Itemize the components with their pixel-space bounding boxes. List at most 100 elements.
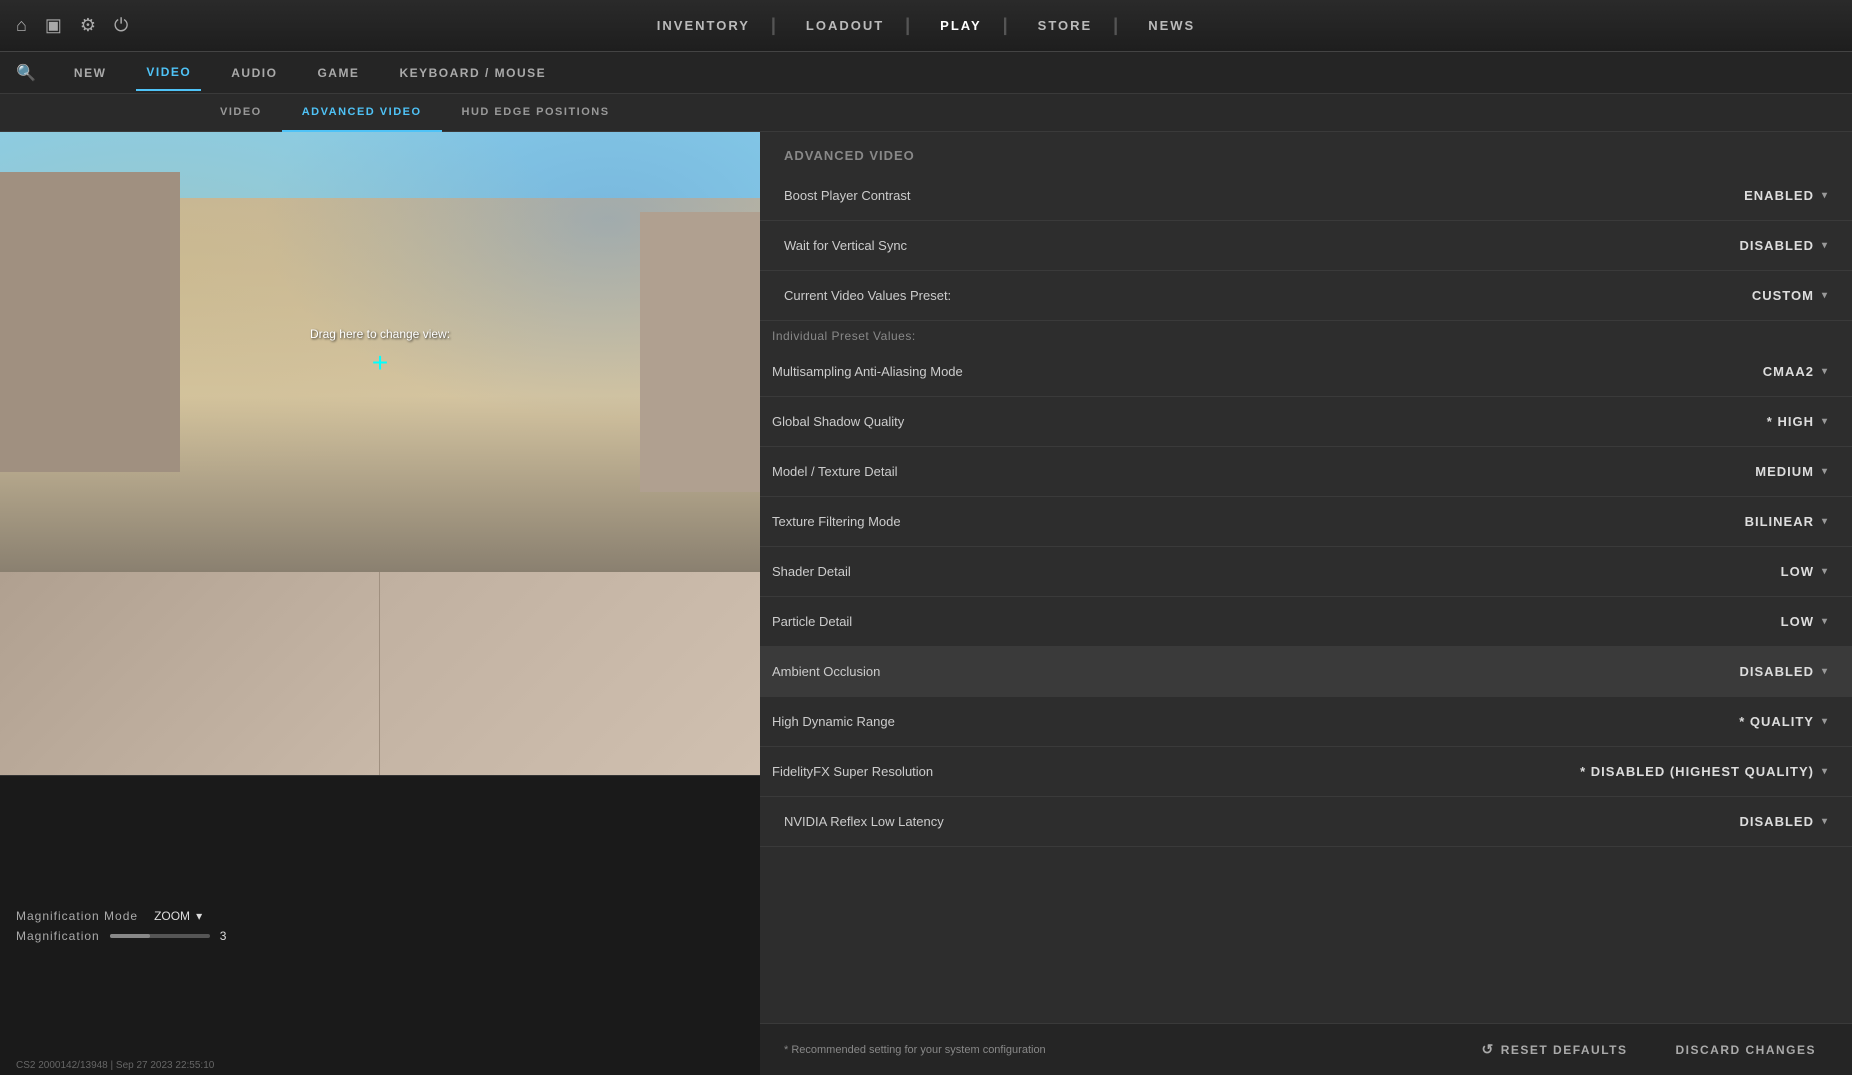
particle-detail-label: Particle Detail bbox=[772, 614, 852, 629]
sub-tabs: VIDEO ADVANCED VIDEO HUD EDGE POSITIONS bbox=[0, 94, 1852, 132]
magnification-label2: Magnification bbox=[16, 929, 100, 943]
ambient-occlusion-chevron: ▾ bbox=[1822, 666, 1828, 677]
subtab-video[interactable]: VIDEO bbox=[200, 94, 282, 132]
settings-icon[interactable]: ⚙ bbox=[80, 15, 96, 36]
texture-detail-value[interactable]: MEDIUM ▾ bbox=[1755, 464, 1828, 479]
individual-preset-label: Individual Preset Values: bbox=[760, 321, 1852, 347]
particle-detail-chevron: ▾ bbox=[1822, 616, 1828, 627]
vertical-sync-label: Wait for Vertical Sync bbox=[784, 238, 907, 253]
video-preset-chevron: ▾ bbox=[1822, 290, 1828, 301]
zoom-value: ZOOM bbox=[154, 909, 190, 923]
shader-detail-value[interactable]: LOW ▾ bbox=[1781, 564, 1828, 579]
texture-detail-text: MEDIUM bbox=[1755, 464, 1814, 479]
ambient-occlusion-value[interactable]: DISABLED ▾ bbox=[1740, 664, 1828, 679]
video-preset-value[interactable]: CUSTOM ▾ bbox=[1752, 288, 1828, 303]
shadow-quality-label: Global Shadow Quality bbox=[772, 414, 904, 429]
hdr-value[interactable]: * QUALITY ▾ bbox=[1739, 714, 1828, 729]
shadow-quality-value[interactable]: * HIGH ▾ bbox=[1767, 414, 1828, 429]
hdr-label: High Dynamic Range bbox=[772, 714, 895, 729]
zoom-select[interactable]: ZOOM ▾ bbox=[154, 909, 202, 923]
texture-filtering-chevron: ▾ bbox=[1822, 516, 1828, 527]
tv-icon[interactable]: ▣ bbox=[45, 15, 62, 36]
vertical-sync-value[interactable]: DISABLED ▾ bbox=[1740, 238, 1828, 253]
shader-detail-row[interactable]: Shader Detail LOW ▾ bbox=[760, 547, 1852, 597]
antialiasing-row[interactable]: Multisampling Anti-Aliasing Mode CMAA2 ▾ bbox=[760, 347, 1852, 397]
discard-changes-label: DISCARD CHANGES bbox=[1675, 1043, 1816, 1057]
shader-detail-label: Shader Detail bbox=[772, 564, 851, 579]
texture-filtering-value[interactable]: BILINEAR ▾ bbox=[1745, 514, 1828, 529]
video-preset-row[interactable]: Current Video Values Preset: CUSTOM ▾ bbox=[760, 271, 1852, 321]
nvidia-reflex-value[interactable]: DISABLED ▾ bbox=[1740, 814, 1828, 829]
settings-tab-new[interactable]: NEW bbox=[64, 55, 117, 91]
antialiasing-value[interactable]: CMAA2 ▾ bbox=[1763, 364, 1828, 379]
home-icon[interactable]: ⌂ bbox=[16, 15, 27, 36]
bottom-left-scene bbox=[0, 572, 380, 775]
antialiasing-chevron: ▾ bbox=[1822, 366, 1828, 377]
nvidia-reflex-row[interactable]: NVIDIA Reflex Low Latency DISABLED ▾ bbox=[760, 797, 1852, 847]
nav-news[interactable]: NEWS bbox=[1120, 0, 1223, 52]
video-preset-text: CUSTOM bbox=[1752, 288, 1814, 303]
shadow-quality-text: * HIGH bbox=[1767, 414, 1814, 429]
settings-tab-game[interactable]: GAME bbox=[307, 55, 369, 91]
fidelityfx-chevron: ▾ bbox=[1822, 766, 1828, 777]
right-panel: Advanced Video Boost Player Contrast ENA… bbox=[760, 132, 1852, 1075]
reset-icon: ↺ bbox=[1481, 1041, 1494, 1058]
fidelityfx-row[interactable]: FidelityFX Super Resolution * DISABLED (… bbox=[760, 747, 1852, 797]
advanced-video-title: Advanced Video bbox=[760, 132, 1852, 171]
reset-defaults-button[interactable]: ↺ RESET DEFAULTS bbox=[1469, 1035, 1639, 1064]
fidelityfx-text: * DISABLED (HIGHEST QUALITY) bbox=[1580, 764, 1814, 779]
ambient-occlusion-row[interactable]: Ambient Occlusion DISABLED ▾ bbox=[760, 647, 1852, 697]
settings-tab-video[interactable]: VIDEO bbox=[136, 55, 201, 91]
top-nav-links: INVENTORY LOADOUT PLAY STORE NEWS bbox=[629, 0, 1223, 52]
recommended-text: * Recommended setting for your system co… bbox=[784, 1044, 1046, 1056]
subtab-hud[interactable]: HUD EDGE POSITIONS bbox=[442, 94, 630, 132]
bottom-status: Magnification Mode ZOOM ▾ Magnification … bbox=[0, 775, 760, 1075]
magnification-slider-container[interactable] bbox=[110, 934, 210, 938]
nav-play[interactable]: PLAY bbox=[912, 0, 1009, 52]
settings-tab-audio[interactable]: AUDIO bbox=[221, 55, 287, 91]
action-bar: * Recommended setting for your system co… bbox=[760, 1023, 1852, 1075]
shader-detail-text: LOW bbox=[1781, 564, 1814, 579]
discard-changes-button[interactable]: DISCARD CHANGES bbox=[1663, 1037, 1828, 1063]
left-panel: Drag here to change view: + Magnificatio… bbox=[0, 132, 760, 1075]
drag-crosshair-overlay: Drag here to change view: + bbox=[310, 327, 450, 377]
settings-scroll[interactable]: Advanced Video Boost Player Contrast ENA… bbox=[760, 132, 1852, 1075]
game-view-bottom-inner bbox=[0, 572, 760, 775]
power-icon[interactable]: ⏻ bbox=[114, 15, 128, 36]
nav-loadout[interactable]: LOADOUT bbox=[778, 0, 912, 52]
drag-text: Drag here to change view: bbox=[310, 327, 450, 341]
game-view-inner: Drag here to change view: + bbox=[0, 132, 760, 572]
shadow-quality-row[interactable]: Global Shadow Quality * HIGH ▾ bbox=[760, 397, 1852, 447]
subtab-advanced-video[interactable]: ADVANCED VIDEO bbox=[282, 94, 442, 132]
particle-detail-value[interactable]: LOW ▾ bbox=[1781, 614, 1828, 629]
video-preset-label: Current Video Values Preset: bbox=[784, 288, 951, 303]
fidelityfx-label: FidelityFX Super Resolution bbox=[772, 764, 933, 779]
texture-detail-row[interactable]: Model / Texture Detail MEDIUM ▾ bbox=[760, 447, 1852, 497]
nvidia-reflex-label: NVIDIA Reflex Low Latency bbox=[784, 814, 944, 829]
search-icon[interactable]: 🔍 bbox=[16, 63, 36, 83]
boost-player-contrast-chevron: ▾ bbox=[1822, 190, 1828, 201]
texture-filtering-text: BILINEAR bbox=[1745, 514, 1814, 529]
particle-detail-row[interactable]: Particle Detail LOW ▾ bbox=[760, 597, 1852, 647]
game-view-top[interactable]: Drag here to change view: + bbox=[0, 132, 760, 572]
nav-inventory[interactable]: INVENTORY bbox=[629, 0, 778, 52]
settings-nav: 🔍 NEW VIDEO AUDIO GAME KEYBOARD / MOUSE bbox=[0, 52, 1852, 94]
fidelityfx-value[interactable]: * DISABLED (HIGHEST QUALITY) ▾ bbox=[1580, 764, 1828, 779]
game-view-bottom[interactable] bbox=[0, 572, 760, 775]
texture-filtering-row[interactable]: Texture Filtering Mode BILINEAR ▾ bbox=[760, 497, 1852, 547]
vertical-sync-row[interactable]: Wait for Vertical Sync DISABLED ▾ bbox=[760, 221, 1852, 271]
crosshair-symbol: + bbox=[372, 349, 388, 377]
hdr-chevron: ▾ bbox=[1822, 716, 1828, 727]
magnification-slider[interactable] bbox=[110, 934, 210, 938]
building-left bbox=[0, 172, 180, 472]
nav-store[interactable]: STORE bbox=[1010, 0, 1121, 52]
boost-player-contrast-row[interactable]: Boost Player Contrast ENABLED ▾ bbox=[760, 171, 1852, 221]
hdr-row[interactable]: High Dynamic Range * QUALITY ▾ bbox=[760, 697, 1852, 747]
boost-player-contrast-value[interactable]: ENABLED ▾ bbox=[1744, 188, 1828, 203]
bottom-right-scene bbox=[380, 572, 760, 775]
build-info: CS2 2000142/13948 | Sep 27 2023 22:55:10 bbox=[16, 1060, 214, 1071]
magnification-mode-label: Magnification Mode bbox=[16, 909, 138, 923]
ambient-occlusion-text: DISABLED bbox=[1740, 664, 1814, 679]
vertical-sync-chevron: ▾ bbox=[1822, 240, 1828, 251]
settings-tab-keyboard[interactable]: KEYBOARD / MOUSE bbox=[389, 55, 556, 91]
